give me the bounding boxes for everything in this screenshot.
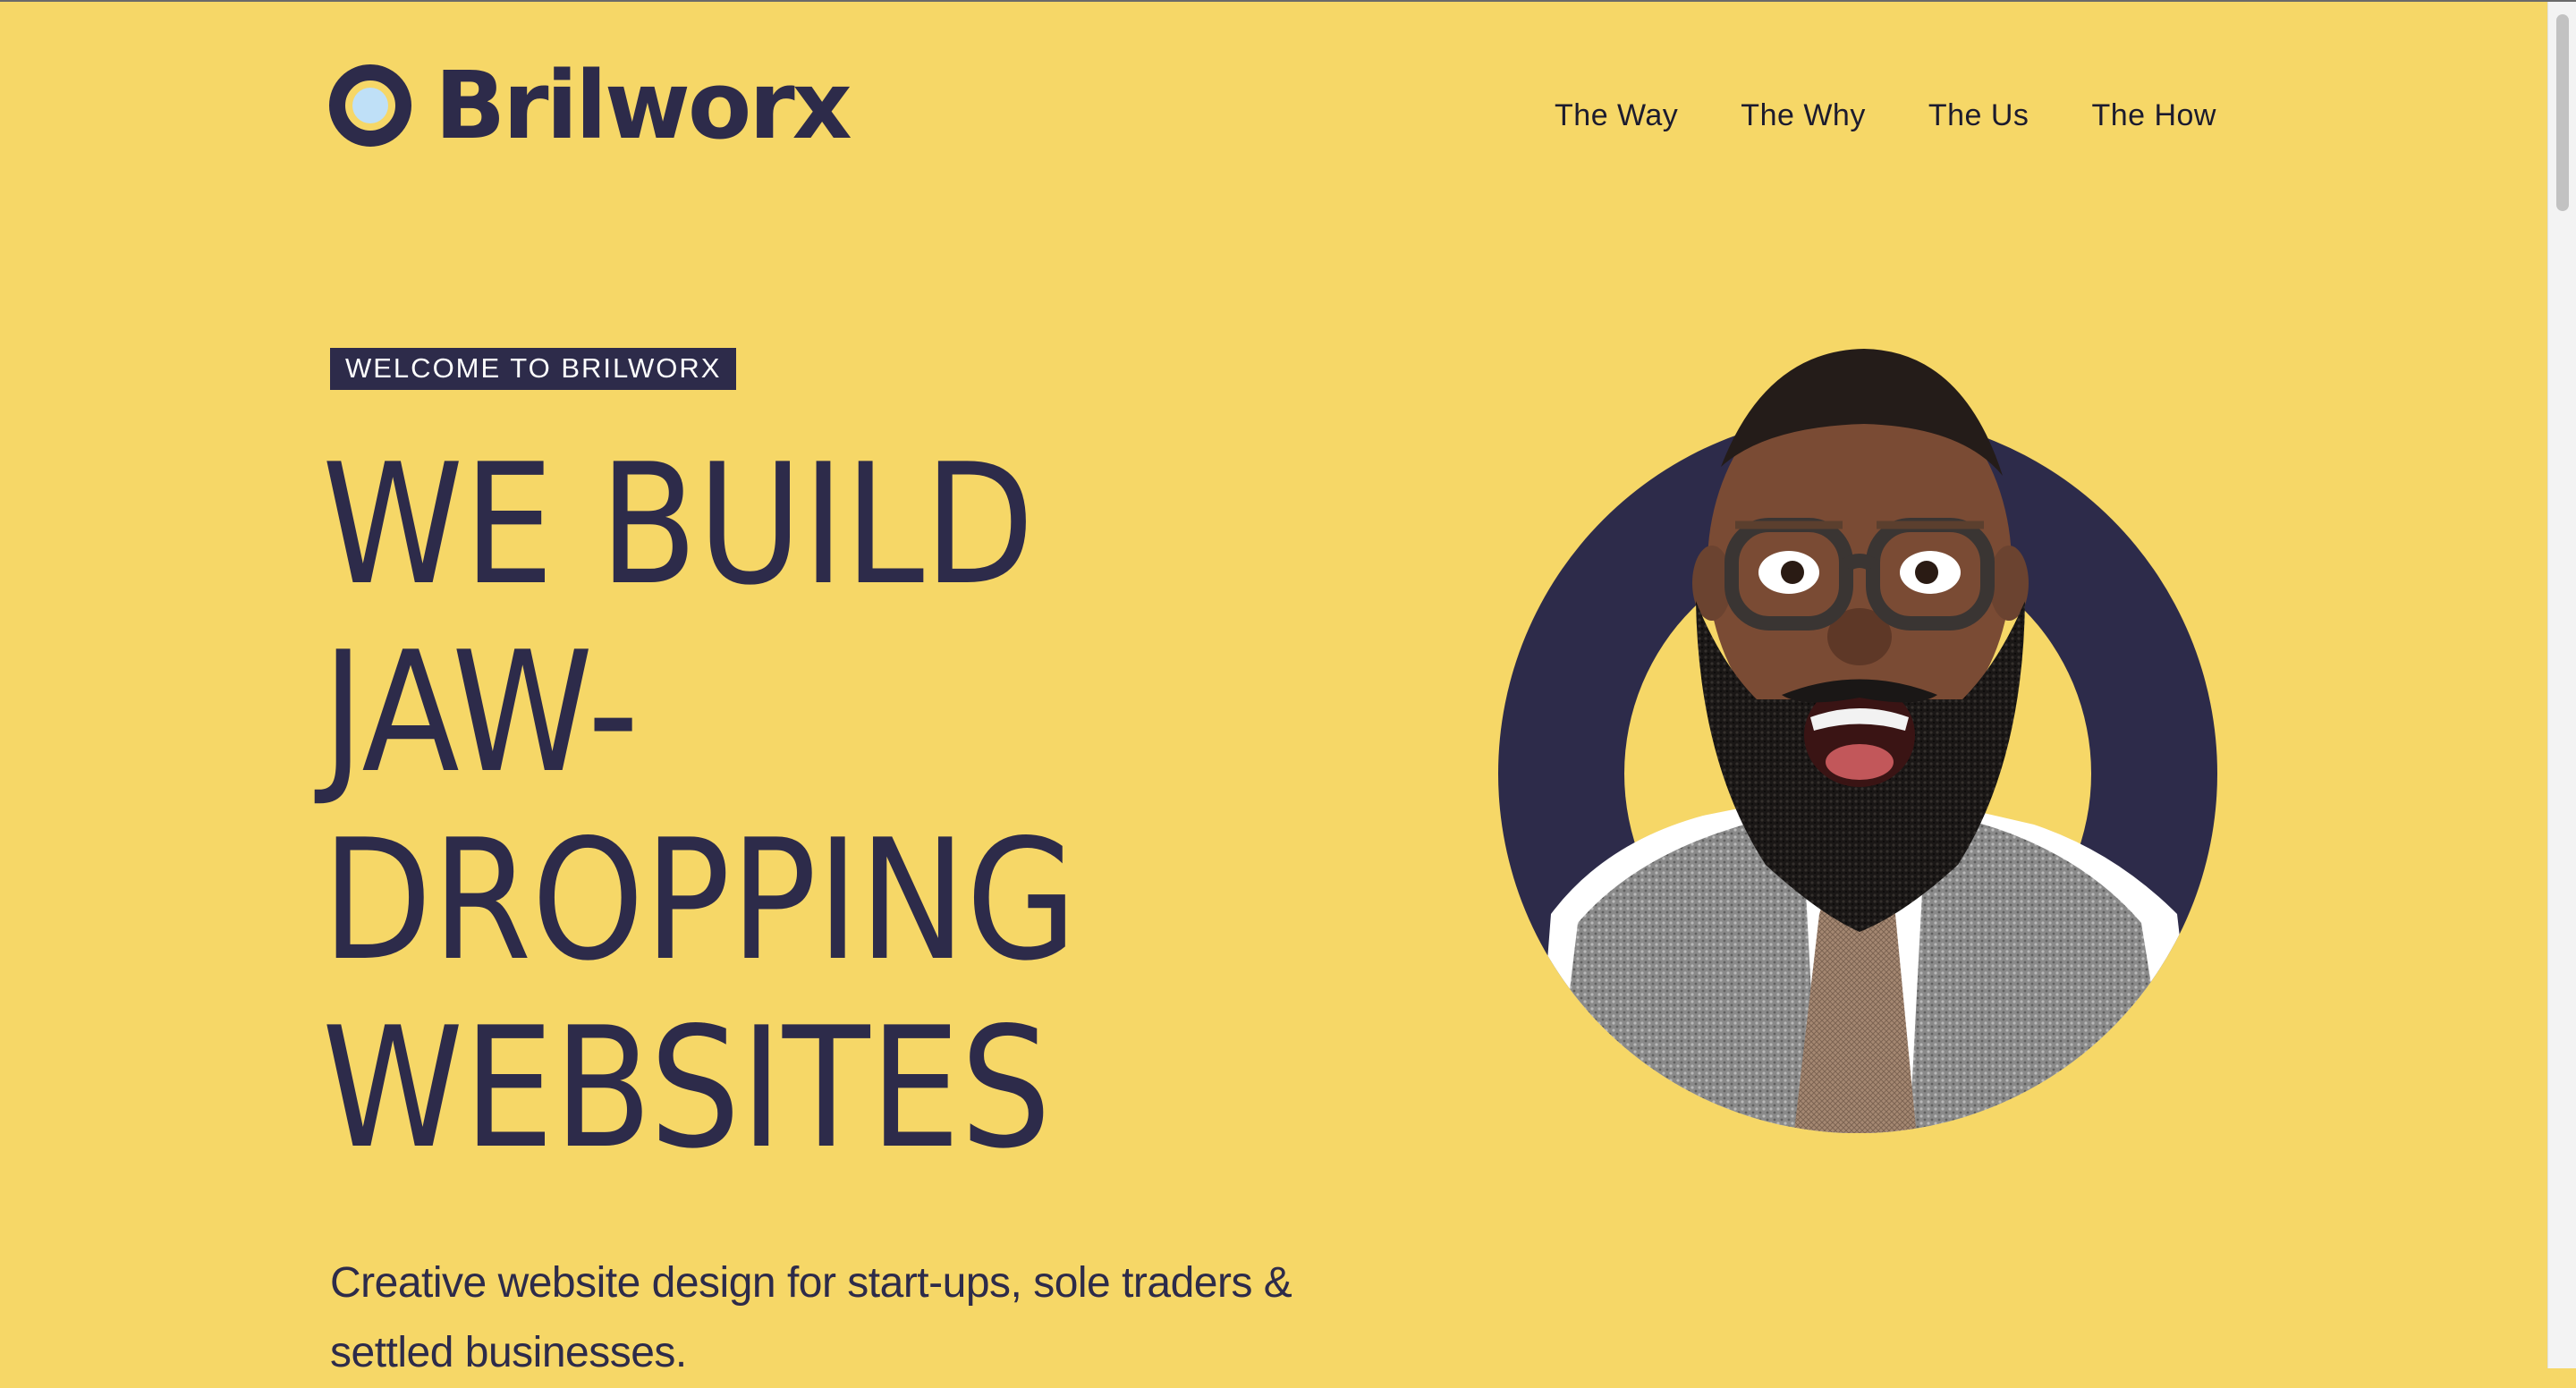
- excited-man-portrait: [1498, 349, 2217, 1133]
- main-nav: The Way The Why The Us The How: [1555, 98, 2216, 133]
- brand-name: Brilworx: [435, 51, 852, 160]
- brand-logo-link[interactable]: Brilworx: [329, 51, 852, 160]
- nav-item-the-way[interactable]: The Way: [1555, 98, 1678, 133]
- headline-line-4: WEBSITES: [322, 991, 1052, 1185]
- page-scrollbar[interactable]: [2547, 2, 2576, 1368]
- ring-logo-icon: [329, 64, 411, 147]
- welcome-badge: WELCOME TO BRILWORX: [330, 348, 737, 390]
- page: Brilworx The Way The Why The Us The How …: [0, 2, 2547, 1376]
- headline-line-2: JAW-: [322, 615, 640, 809]
- headline-line-3: DROPPING: [322, 803, 1077, 997]
- nav-item-the-us[interactable]: The Us: [1928, 98, 2029, 133]
- headline-line-1: WE BUILD: [322, 427, 1035, 622]
- hero-subtitle: Creative website design for start-ups, s…: [330, 1259, 1292, 1376]
- nav-item-the-how[interactable]: The How: [2091, 98, 2216, 133]
- nav-item-the-why[interactable]: The Why: [1741, 98, 1866, 133]
- hero-headline: WE BUILD JAW- DROPPING WEBSITES: [322, 431, 1306, 1182]
- scrollbar-thumb[interactable]: [2556, 14, 2569, 211]
